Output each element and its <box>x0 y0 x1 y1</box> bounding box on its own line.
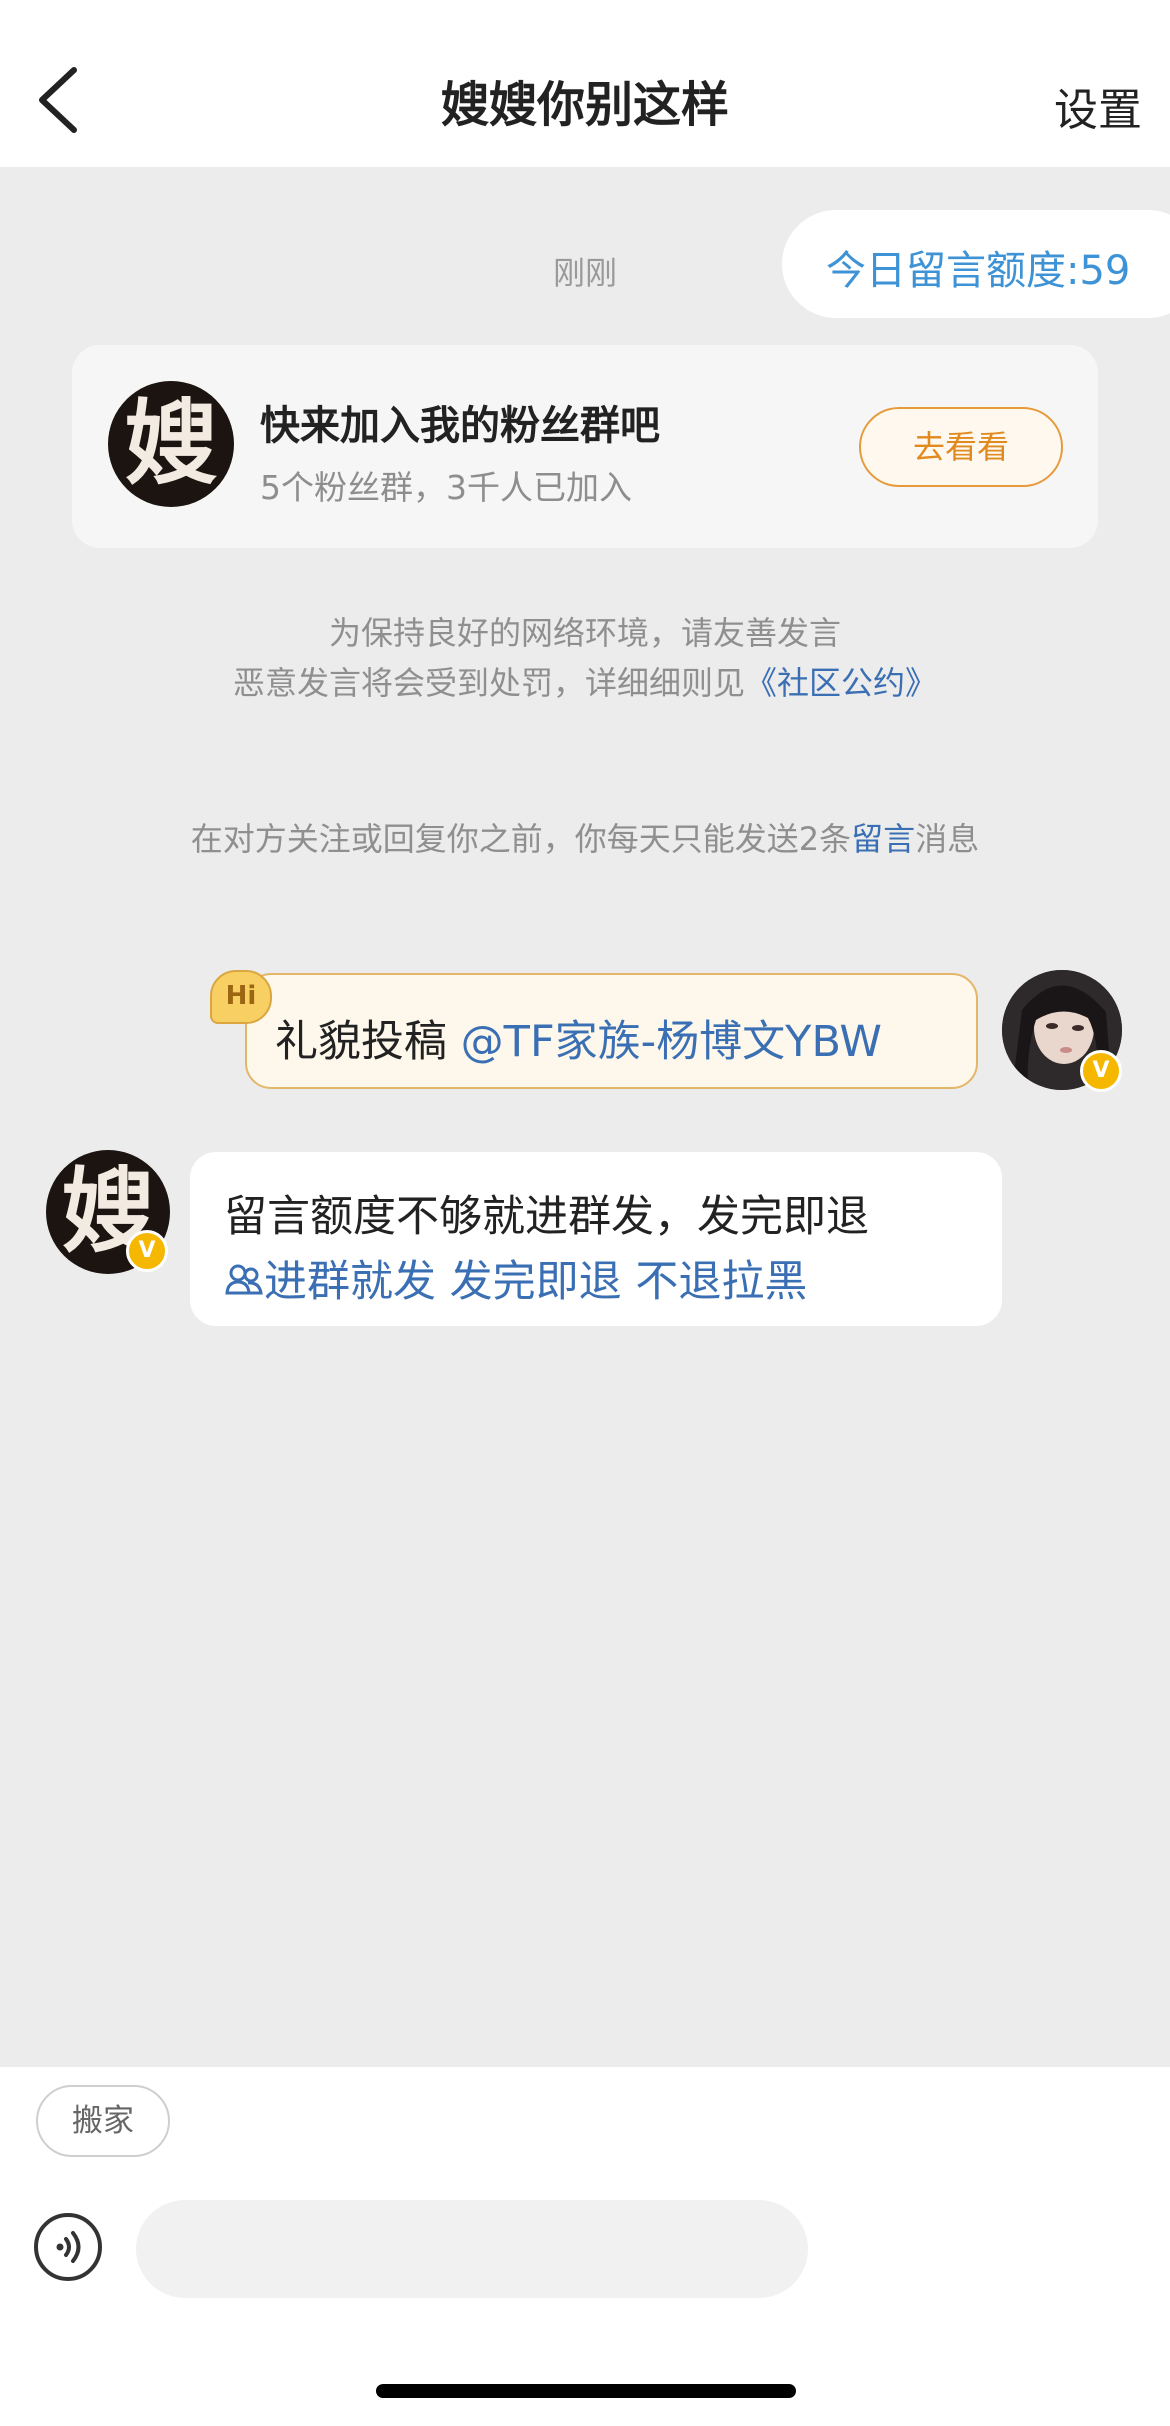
outgoing-message-bubble[interactable]: 礼貌投稿 @TF家族-杨博文YBW <box>245 973 978 1089</box>
notice-line-2: 恶意发言将会受到处罚，详细细则见《社区公约》 <box>0 658 1170 704</box>
notice-line-2-text: 恶意发言将会受到处罚，详细细则见 <box>232 664 745 702</box>
group-link-text[interactable]: 进群就发 发完即退 不退拉黑 <box>264 1257 807 1307</box>
outgoing-message-text: 礼貌投稿 @TF家族-杨博文YBW <box>275 1007 882 1069</box>
message-limit-notice: 在对方关注或回复你之前，你每天只能发送2条留言消息 <box>0 814 1170 860</box>
voice-icon[interactable] <box>32 2211 104 2283</box>
incoming-message-line-2[interactable]: 进群就发 发完即退 不退拉黑 <box>224 1247 807 1309</box>
community-rules-link[interactable]: 《社区公约》 <box>745 664 937 702</box>
incoming-message-line-1: 留言额度不够就进群发，发完即退 <box>224 1192 869 1242</box>
notice-line-1: 为保持良好的网络环境，请友善发言 <box>328 614 841 652</box>
mention-link[interactable]: @TF家族-杨博文YBW <box>461 1017 882 1067</box>
hi-icon: Hi <box>210 970 272 1024</box>
avatar-char: 嫂 <box>124 390 217 497</box>
incoming-message-bubble[interactable]: 留言额度不够就进群发，发完即退 进群就发 发完即退 不退拉黑 <box>190 1152 1002 1326</box>
home-indicator <box>376 2384 796 2398</box>
quota-pill: 今日留言额度:59 <box>782 210 1170 318</box>
outgoing-text: 礼貌投稿 <box>275 1017 461 1067</box>
fan-group-card[interactable]: 嫂 快来加入我的粉丝群吧 5个粉丝群，3千人已加入 去看看 <box>72 345 1098 548</box>
limit-suffix: 消息 <box>915 820 980 858</box>
move-chip[interactable]: 搬家 <box>36 2085 170 2157</box>
page-title: 嫂嫂你别这样 <box>440 77 729 133</box>
verified-icon: V <box>126 1230 168 1272</box>
view-groups-button[interactable]: 去看看 <box>859 407 1063 487</box>
input-bar: 搬家 <box>0 2067 1170 2426</box>
limit-prefix: 在对方关注或回复你之前，你每天只能发送2条 <box>190 820 852 858</box>
fan-card-title: 快来加入我的粉丝群吧 <box>260 403 660 449</box>
verified-icon: V <box>1080 1050 1122 1092</box>
group-link-icon <box>225 1264 263 1295</box>
quota-text: 今日留言额度:59 <box>826 248 1131 294</box>
fan-group-avatar: 嫂 <box>108 381 234 507</box>
fan-card-subtitle: 5个粉丝群，3千人已加入 <box>260 468 632 507</box>
message-input[interactable] <box>136 2200 808 2298</box>
nav-header: 嫂嫂你别这样 设置 <box>0 0 1170 167</box>
leave-message-link[interactable]: 留言 <box>851 820 915 858</box>
settings-button[interactable]: 设置 <box>1054 74 1142 138</box>
